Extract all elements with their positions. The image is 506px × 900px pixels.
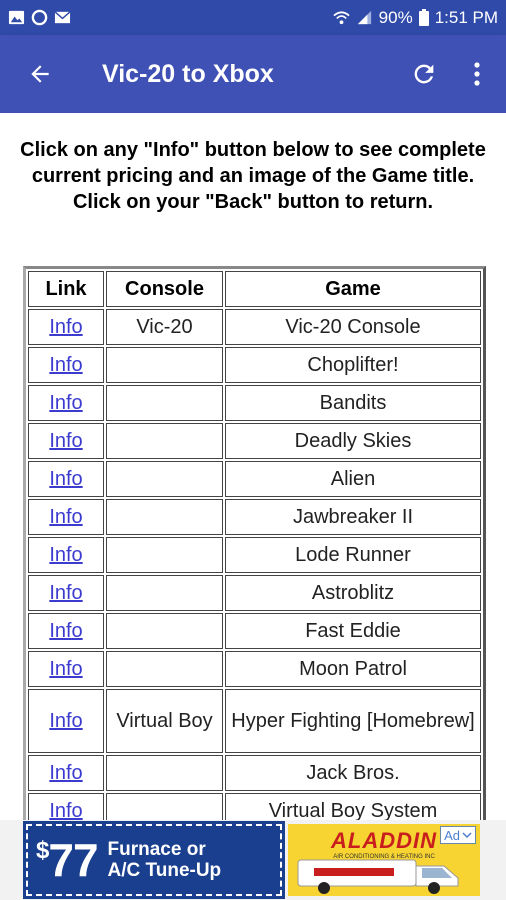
table-row: Info Alien	[28, 461, 481, 497]
status-bar: 90% 1:51 PM	[0, 0, 506, 35]
header-console: Console	[106, 271, 223, 307]
table-row: Info Deadly Skies	[28, 423, 481, 459]
overflow-menu-button[interactable]	[462, 54, 492, 94]
console-cell	[106, 613, 223, 649]
info-link[interactable]: Info	[49, 710, 82, 732]
game-cell: Lode Runner	[225, 537, 481, 573]
info-link[interactable]: Info	[49, 354, 82, 376]
console-cell	[106, 651, 223, 687]
table-row: Info Fast Eddie	[28, 613, 481, 649]
game-cell: Hyper Fighting [Homebrew]	[225, 689, 481, 753]
status-left-icons	[8, 9, 71, 26]
game-cell: Astroblitz	[225, 575, 481, 611]
ad-choices-badge[interactable]: Ad	[440, 826, 476, 844]
web-content[interactable]: Click on any "Info" button below to see …	[0, 113, 506, 820]
header-link: Link	[28, 271, 104, 307]
console-cell	[106, 537, 223, 573]
mail-icon	[54, 11, 71, 24]
table-row: Info Bandits	[28, 385, 481, 421]
table-row: Info Astroblitz	[28, 575, 481, 611]
info-link[interactable]: Info	[49, 316, 82, 338]
van-image	[297, 859, 459, 894]
ad-brand-logo: ALADDIN	[331, 828, 437, 853]
header-game: Game	[225, 271, 481, 307]
clock: 1:51 PM	[434, 7, 498, 27]
game-cell: Moon Patrol	[225, 651, 481, 687]
ad-offer-text: Furnace or A/C Tune-Up	[107, 839, 222, 881]
info-link[interactable]: Info	[49, 506, 82, 528]
console-cell: Vic-20	[106, 309, 223, 345]
ad-price: $77	[36, 834, 99, 886]
image-icon	[8, 10, 25, 25]
status-right: 90% 1:51 PM	[333, 8, 498, 28]
info-link[interactable]: Info	[49, 392, 82, 414]
table-header-row: Link Console Game	[28, 271, 481, 307]
console-cell	[106, 755, 223, 791]
table-row: Info Choplifter!	[28, 347, 481, 383]
game-cell: Alien	[225, 461, 481, 497]
table-row: Info Vic-20 Vic-20 Console	[28, 309, 481, 345]
console-cell	[106, 793, 223, 820]
info-link[interactable]: Info	[49, 800, 82, 821]
arrow-back-icon	[31, 65, 49, 83]
signal-icon	[357, 10, 371, 25]
refresh-icon	[414, 64, 434, 84]
game-cell: Vic-20 Console	[225, 309, 481, 345]
refresh-button[interactable]	[404, 54, 444, 94]
chevron-down-icon	[462, 832, 472, 839]
game-cell: Fast Eddie	[225, 613, 481, 649]
intro-text: Click on any "Info" button below to see …	[20, 139, 486, 213]
battery-percent: 90%	[378, 7, 413, 27]
console-cell	[106, 423, 223, 459]
game-cell: Jawbreaker II	[225, 499, 481, 535]
games-table: Link Console Game Info Vic-20 Vic-20 Con…	[23, 266, 486, 820]
info-link[interactable]: Info	[49, 762, 82, 784]
console-cell	[106, 461, 223, 497]
console-cell: Virtual Boy	[106, 689, 223, 753]
game-cell: Deadly Skies	[225, 423, 481, 459]
table-row: Info Moon Patrol	[28, 651, 481, 687]
info-link[interactable]: Info	[49, 468, 82, 490]
info-link[interactable]: Info	[49, 620, 82, 642]
more-vert-icon	[474, 62, 480, 86]
wifi-icon	[333, 11, 350, 25]
console-cell	[106, 575, 223, 611]
ad-offer[interactable]: $77 Furnace or A/C Tune-Up	[23, 821, 285, 899]
game-cell: Choplifter!	[225, 347, 481, 383]
app-bar: Vic-20 to Xbox	[0, 35, 506, 113]
ad-banner[interactable]: $77 Furnace or A/C Tune-Up ALADDIN AIR C…	[0, 820, 506, 900]
table-row: Info Lode Runner	[28, 537, 481, 573]
console-cell	[106, 347, 223, 383]
table-row: Info Jack Bros.	[28, 755, 481, 791]
info-link[interactable]: Info	[49, 544, 82, 566]
info-link[interactable]: Info	[49, 658, 82, 680]
info-link[interactable]: Info	[49, 430, 82, 452]
page-title: Vic-20 to Xbox	[102, 59, 274, 88]
console-cell	[106, 499, 223, 535]
circle-icon	[31, 9, 48, 26]
back-button[interactable]	[20, 54, 60, 94]
table-row: Info Virtual Boy Hyper Fighting [Homebre…	[28, 689, 481, 753]
battery-icon	[418, 9, 429, 26]
console-cell	[106, 385, 223, 421]
table-row: Info Virtual Boy System	[28, 793, 481, 820]
table-row: Info Jawbreaker II	[28, 499, 481, 535]
game-cell: Virtual Boy System	[225, 793, 481, 820]
info-link[interactable]: Info	[49, 582, 82, 604]
ad-brand-panel[interactable]: ALADDIN AIR CONDITIONING & HEATING INC A…	[288, 824, 480, 896]
game-cell: Jack Bros.	[225, 755, 481, 791]
game-cell: Bandits	[225, 385, 481, 421]
